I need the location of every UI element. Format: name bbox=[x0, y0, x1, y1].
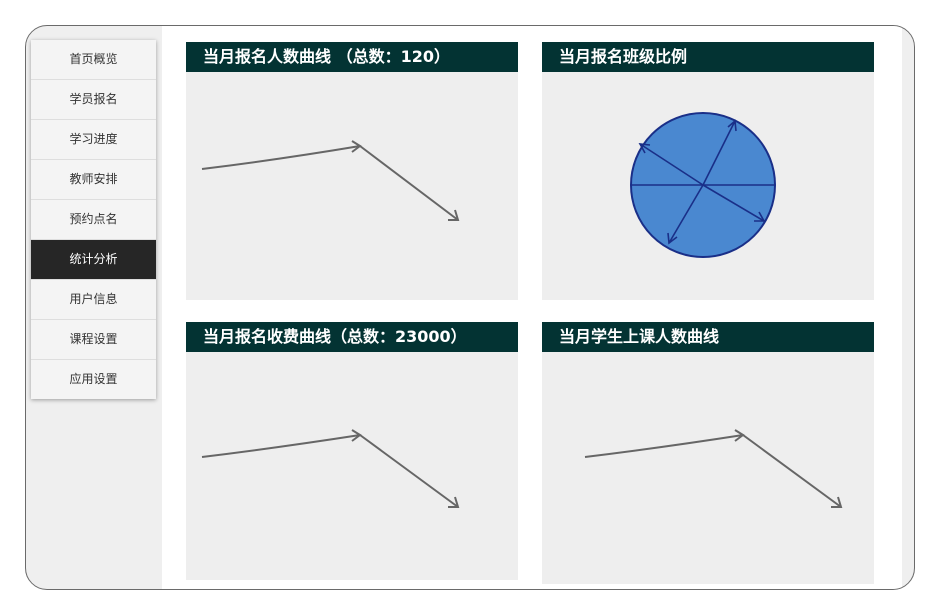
sidebar-item-courses[interactable]: 课程设置 bbox=[31, 320, 156, 360]
class-ratio-pie-placeholder bbox=[630, 112, 776, 258]
panel-title: 当月报名人数曲线 （总数：120） bbox=[186, 42, 518, 72]
sidebar-nav: 首页概览 学员报名 学习进度 教师安排 预约点名 统计分析 用户信息 课程设置 … bbox=[31, 40, 156, 399]
class-ratio-panel: 当月报名班级比例 bbox=[542, 42, 874, 300]
sidebar-item-progress[interactable]: 学习进度 bbox=[31, 120, 156, 160]
sidebar-item-teachers[interactable]: 教师安排 bbox=[31, 160, 156, 200]
enrollment-count-panel: 当月报名人数曲线 （总数：120） bbox=[186, 42, 518, 300]
sidebar-item-app-settings[interactable]: 应用设置 bbox=[31, 360, 156, 399]
sidebar-item-attendance[interactable]: 预约点名 bbox=[31, 200, 156, 240]
sidebar-item-users[interactable]: 用户信息 bbox=[31, 280, 156, 320]
line-arrow-icon bbox=[584, 433, 842, 508]
fee-income-panel: 当月报名收费曲线（总数：23000） bbox=[186, 322, 518, 580]
enrollment-count-line-placeholder bbox=[201, 140, 460, 221]
app-window: 首页概览 学员报名 学习进度 教师安排 预约点名 统计分析 用户信息 课程设置 … bbox=[25, 25, 915, 590]
line-arrow-icon bbox=[201, 144, 459, 221]
panel-title: 当月学生上课人数曲线 bbox=[542, 322, 874, 352]
fee-income-line-placeholder bbox=[201, 429, 460, 508]
attendance-count-panel: 当月学生上课人数曲线 bbox=[542, 322, 874, 584]
sidebar-item-enrollment[interactable]: 学员报名 bbox=[31, 80, 156, 120]
panel-title: 当月报名收费曲线（总数：23000） bbox=[186, 322, 518, 352]
panel-title: 当月报名班级比例 bbox=[542, 42, 874, 72]
sidebar-item-overview[interactable]: 首页概览 bbox=[31, 40, 156, 80]
line-arrow-icon bbox=[201, 433, 459, 508]
attendance-count-line-placeholder bbox=[584, 429, 843, 508]
sidebar-item-statistics[interactable]: 统计分析 bbox=[31, 240, 156, 280]
